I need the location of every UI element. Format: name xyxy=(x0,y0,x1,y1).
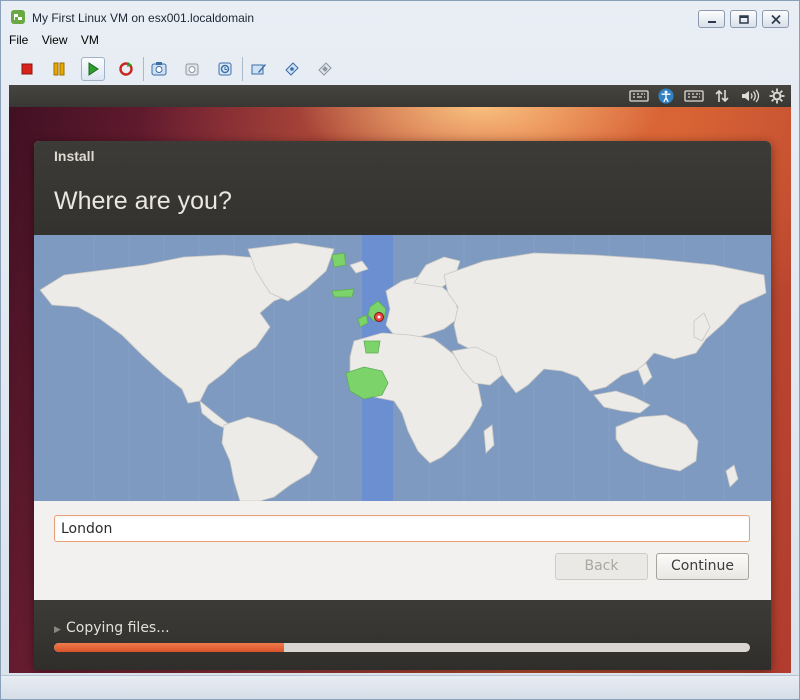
settings-gear-icon[interactable] xyxy=(769,88,785,104)
pause-icon xyxy=(53,62,65,76)
power-on-button[interactable] xyxy=(81,57,105,81)
snapshot-manager-button[interactable] xyxy=(213,57,237,81)
toolbar-separator xyxy=(143,57,144,81)
vm-console-window: My First Linux VM on esx001.localdomain … xyxy=(0,0,800,700)
vsphere-app-icon xyxy=(11,10,25,24)
ubuntu-top-panel xyxy=(9,85,791,107)
edit-settings-icon xyxy=(251,64,266,75)
installer-window-title: Install xyxy=(54,148,95,164)
guest-console[interactable]: Install Where are you? London Back Conti… xyxy=(9,85,791,673)
vm-toolbar xyxy=(9,55,791,83)
west-africa-highlight xyxy=(345,366,389,400)
keyboard-icon[interactable] xyxy=(629,88,649,104)
snapshot-button[interactable] xyxy=(147,57,171,81)
london-marker-dot xyxy=(377,315,381,319)
madagascar xyxy=(483,424,495,454)
minimize-icon xyxy=(708,21,716,23)
greenland-east-highlight xyxy=(331,252,347,268)
snapshot-manager-icon xyxy=(218,62,232,76)
timezone-map[interactable] xyxy=(34,235,771,501)
menu-view[interactable]: View xyxy=(42,33,68,47)
snapshot-icon xyxy=(151,62,167,76)
menu-file[interactable]: File xyxy=(9,33,28,47)
indonesia xyxy=(593,390,651,414)
suspend-button[interactable] xyxy=(47,57,71,81)
expander-triangle-icon[interactable]: ▶ xyxy=(54,624,61,635)
reset-icon xyxy=(119,62,133,76)
close-icon xyxy=(771,14,781,25)
toolbar-separator xyxy=(242,57,243,81)
connect-cd-button[interactable] xyxy=(280,57,304,81)
status-bar xyxy=(1,675,799,699)
power-off-button[interactable] xyxy=(15,57,39,81)
maximize-button[interactable] xyxy=(730,10,757,28)
reset-button[interactable] xyxy=(114,57,138,81)
accessibility-icon[interactable] xyxy=(657,88,675,104)
install-progress-bar xyxy=(54,643,750,652)
iceland-highlight xyxy=(331,288,355,298)
keyboard-layout-icon[interactable] xyxy=(684,88,704,104)
close-button[interactable] xyxy=(762,10,789,28)
window-title: My First Linux VM on esx001.localdomain xyxy=(32,11,255,25)
cd-icon xyxy=(285,62,299,76)
new-zealand xyxy=(725,464,739,488)
network-icon[interactable] xyxy=(714,88,730,104)
australia xyxy=(615,414,699,472)
minimize-button[interactable] xyxy=(698,10,725,28)
menu-bar: File View VM xyxy=(9,33,109,51)
installer-dialog: Install Where are you? London Back Conti… xyxy=(34,141,771,670)
location-input[interactable] xyxy=(54,515,750,542)
revert-snapshot-icon xyxy=(185,63,199,76)
installer-footer: ▶ Copying files... xyxy=(34,600,771,670)
maximize-icon xyxy=(739,15,749,24)
continents xyxy=(39,242,767,501)
stop-square-icon xyxy=(21,63,33,75)
continue-button[interactable]: Continue xyxy=(656,553,749,580)
revert-snapshot-button[interactable] xyxy=(180,57,204,81)
connect-floppy-button[interactable] xyxy=(313,57,337,81)
title-bar[interactable]: My First Linux VM on esx001.localdomain xyxy=(1,1,799,31)
install-progress-fill xyxy=(54,643,284,652)
back-button[interactable]: Back xyxy=(555,553,648,580)
edit-settings-button[interactable] xyxy=(247,57,271,81)
morocco-highlight xyxy=(363,340,381,354)
floppy-icon xyxy=(318,62,332,76)
status-text: Copying files... xyxy=(66,620,170,636)
world-map xyxy=(39,235,767,501)
south-america xyxy=(221,416,319,501)
installer-header: Install Where are you? xyxy=(34,141,771,235)
page-heading: Where are you? xyxy=(54,187,232,215)
play-icon xyxy=(88,62,99,76)
volume-icon[interactable] xyxy=(740,88,760,104)
menu-vm[interactable]: VM xyxy=(81,33,99,47)
